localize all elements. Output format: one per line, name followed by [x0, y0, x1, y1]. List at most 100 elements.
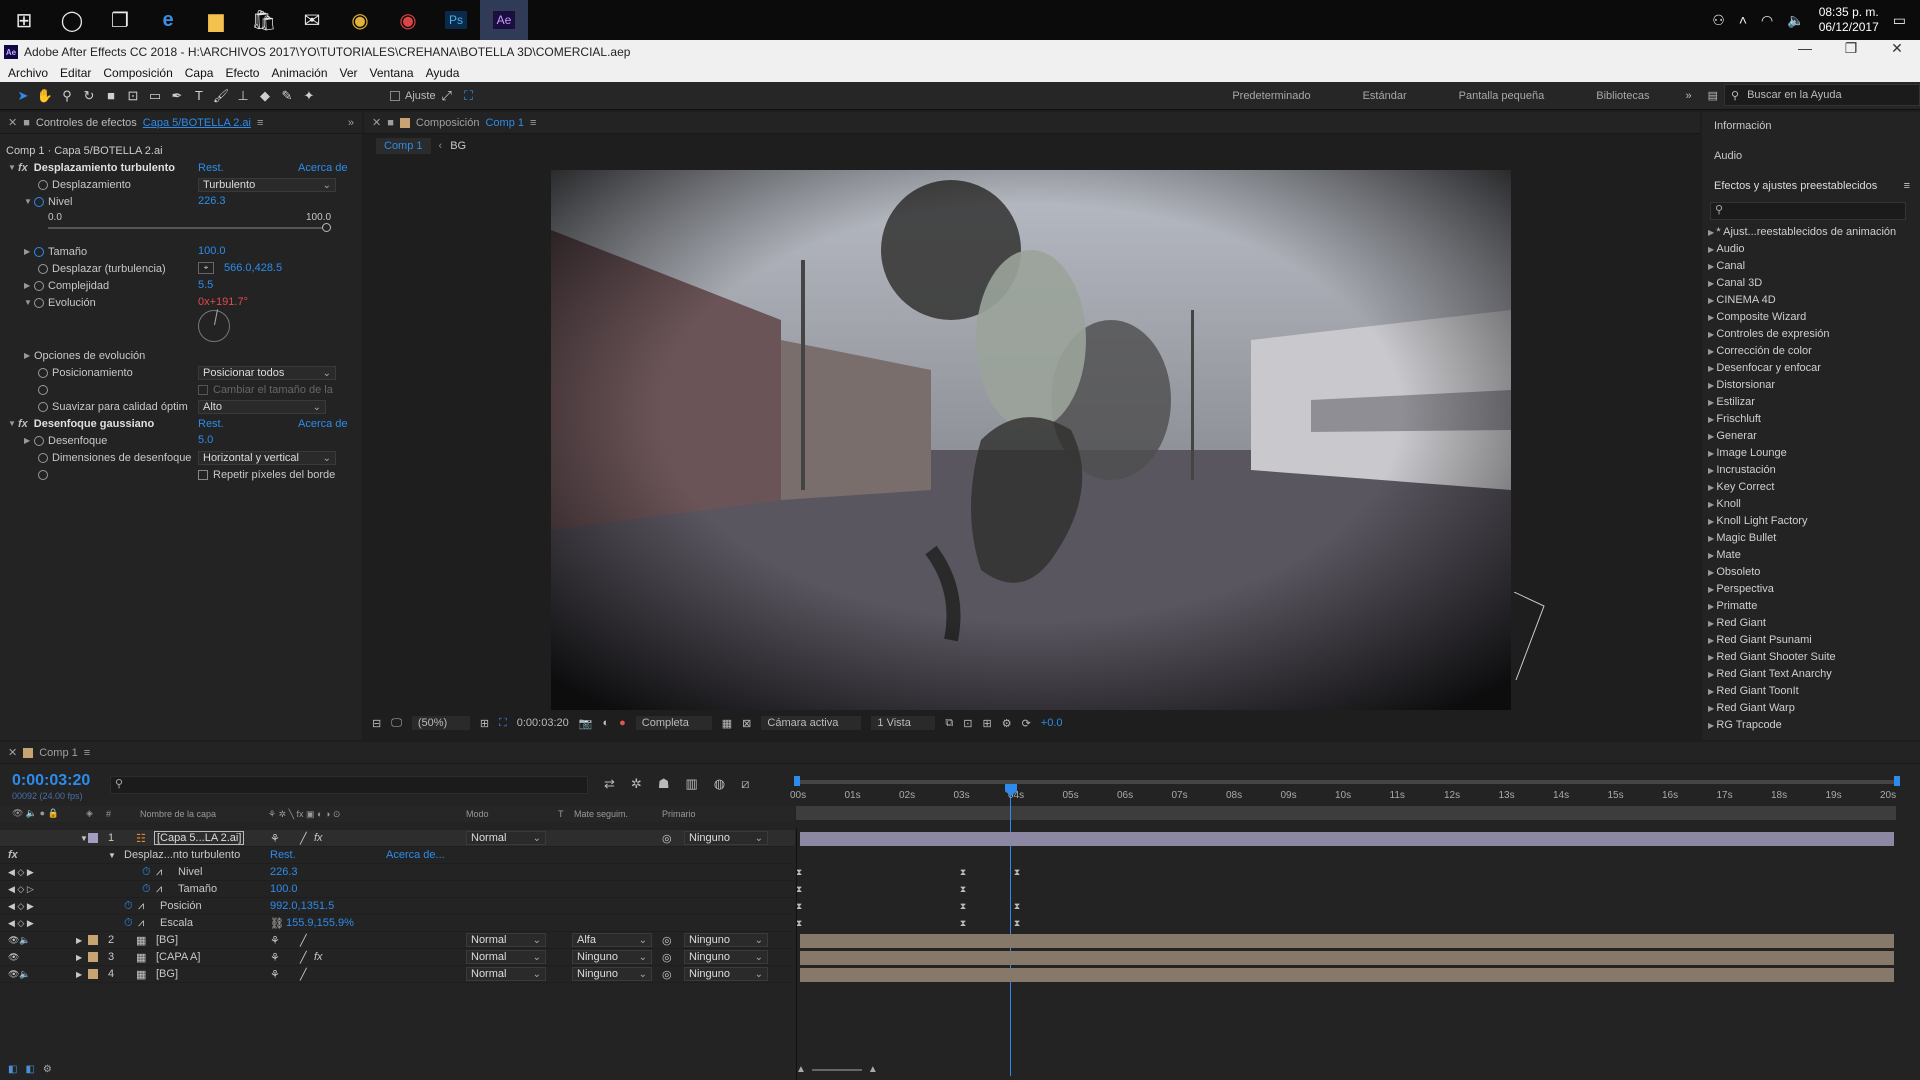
pinning-dropdown[interactable]: Posicionar todos [198, 366, 336, 380]
menu-editar[interactable]: Editar [60, 66, 91, 80]
label-color[interactable] [88, 969, 98, 979]
flowchart-icon[interactable]: ⚙ [1002, 717, 1012, 730]
preset-category[interactable]: Canal [1708, 260, 1745, 272]
close-icon[interactable]: ✕ [372, 116, 381, 129]
graph-icon[interactable]: ⩘ [156, 866, 162, 879]
keyframe-icon[interactable]: ⧗ [959, 868, 967, 877]
close-icon[interactable]: ✕ [1874, 40, 1920, 57]
effect-controls-layer[interactable]: Capa 5/BOTELLA 2.ai [143, 117, 251, 129]
menu-ayuda[interactable]: Ayuda [426, 66, 460, 80]
effect-row-about[interactable]: Acerca de... [386, 849, 445, 861]
file-explorer-icon[interactable]: ▆ [192, 0, 240, 40]
restore-icon[interactable]: ❐ [1828, 40, 1874, 57]
after-effects-icon[interactable]: Ae [480, 0, 528, 40]
layer-bar-4[interactable] [800, 968, 1894, 982]
navigator-bar[interactable] [796, 806, 1896, 820]
fit-icon[interactable]: ⊞ [480, 717, 489, 730]
stopwatch-icon[interactable]: ⏱ [142, 866, 151, 879]
monitor-icon[interactable]: 🖵 [391, 717, 402, 730]
work-area-bar[interactable] [794, 776, 1900, 786]
rotate-tool-icon[interactable]: ↻ [78, 85, 100, 107]
quality-switch-icon[interactable]: ╱ [300, 832, 307, 845]
always-preview-icon[interactable]: ⊟ [372, 717, 381, 730]
stopwatch-icon[interactable] [38, 469, 48, 480]
preset-category[interactable]: Canal 3D [1708, 277, 1762, 289]
preset-category[interactable]: Perspectiva [1708, 583, 1773, 595]
preset-category[interactable]: Red Giant [1708, 617, 1766, 629]
clone-stamp-icon[interactable]: ⊥ [232, 85, 254, 107]
pickwhip-icon[interactable]: ◎ [662, 934, 672, 947]
edge-icon[interactable]: e [144, 0, 192, 40]
camera-tool-icon[interactable]: ■ [100, 85, 122, 107]
pickwhip-icon[interactable]: ◎ [662, 951, 672, 964]
preset-category[interactable]: Corrección de color [1708, 345, 1811, 357]
preset-category[interactable]: Distorsionar [1708, 379, 1775, 391]
layer-switches-icon[interactable]: ◧ [8, 1064, 17, 1075]
volume-icon[interactable]: 🔈 [1787, 12, 1804, 29]
prop-value[interactable]: 992.0,1351.5 [270, 900, 334, 912]
stopwatch-icon[interactable] [38, 179, 48, 190]
preset-category[interactable]: Mate [1708, 549, 1740, 561]
cortana-icon[interactable]: ◯ [48, 0, 96, 40]
presets-panel-tab[interactable]: Efectos y ajustes preestablecidos [1714, 180, 1877, 192]
preset-category[interactable]: Incrustación [1708, 464, 1775, 476]
preset-category[interactable]: Composite Wizard [1708, 311, 1806, 323]
zoom-out-icon[interactable]: ▲ [796, 1064, 806, 1075]
graph-icon[interactable]: ⩘ [138, 900, 144, 913]
stopwatch-icon[interactable]: ⏱ [124, 900, 133, 913]
evolution-dial[interactable] [198, 309, 230, 342]
repeat-edge-row[interactable]: Repetir píxeles del borde [198, 466, 335, 483]
effect-gaussian-blur[interactable]: ▼ fx Desenfoque gaussiano Rest. Acerca de [8, 415, 348, 432]
stopwatch-icon[interactable] [34, 297, 44, 308]
keyframe-navigator-icon[interactable]: ◀ ◇ ▶ [8, 867, 34, 878]
mode-dropdown[interactable]: Normal [466, 831, 546, 845]
stopwatch-icon[interactable] [38, 452, 48, 463]
preset-category[interactable]: Desenfocar y enfocar [1708, 362, 1821, 374]
layer-row-3[interactable]: 👁 ▶ 3 ▦ [CAPA A] ⚘ ╱ fx Normal Ninguno ◎… [0, 949, 795, 966]
color-channels-icon[interactable]: ● [619, 717, 626, 729]
selection-tool-icon[interactable]: ➤ [12, 85, 34, 107]
antialias-dropdown[interactable]: Alto [198, 400, 326, 414]
menu-composicion[interactable]: Composición [103, 66, 172, 80]
col-matte[interactable]: Mate seguim. [574, 809, 628, 819]
panel-menu-icon[interactable]: ≡ [530, 117, 536, 129]
lock-icon[interactable]: ■ [387, 117, 394, 129]
transfer-controls-icon[interactable]: ◧ [25, 1064, 34, 1075]
comp-viewer[interactable] [551, 170, 1511, 710]
puppet-tool-icon[interactable]: ✦ [298, 85, 320, 107]
menu-efecto[interactable]: Efecto [225, 66, 259, 80]
toggle-pixel-icon[interactable]: ⧉ [945, 717, 953, 730]
windows-start-icon[interactable]: ⊞ [0, 0, 48, 40]
prop-evolution-options[interactable]: ▶ Opciones de evolución [24, 347, 145, 364]
matte-dropdown[interactable]: Ninguno [572, 950, 652, 964]
lock-icon[interactable]: ■ [23, 117, 30, 129]
quality-switch-icon[interactable]: ╱ [300, 951, 307, 964]
graph-editor-icon[interactable]: ⧄ [741, 776, 749, 792]
show-snapshot-icon[interactable]: ◐ [602, 717, 609, 729]
panel-menu-icon[interactable]: ≡ [1904, 180, 1910, 192]
expand-triangle-icon[interactable]: ▶ [76, 970, 82, 979]
clock[interactable]: 08:35 p. m. 06/12/2017 [1819, 5, 1879, 35]
resolution-dropdown[interactable]: Completa [635, 716, 712, 730]
preset-category[interactable]: Red Giant Shooter Suite [1708, 651, 1835, 663]
workspace-bibliotecas[interactable]: Bibliotecas [1570, 90, 1675, 102]
shy-switch-icon[interactable]: ⚘ [270, 832, 280, 845]
matte-dropdown[interactable]: Ninguno [572, 967, 652, 981]
workspace-pantalla-pequena[interactable]: Pantalla pequeña [1433, 90, 1571, 102]
help-search[interactable]: ⚲ Buscar en la Ayuda [1724, 84, 1920, 106]
pickwhip-icon[interactable]: ◎ [662, 832, 672, 845]
breadcrumb-bg[interactable]: BG [450, 140, 466, 152]
quality-switch-icon[interactable]: ╱ [300, 934, 307, 947]
amount-slider-track[interactable] [48, 227, 328, 229]
menu-ventana[interactable]: Ventana [370, 66, 414, 80]
composition-tab[interactable]: ✕ ■ Composición Comp 1 ≡ [364, 112, 1700, 134]
preset-category[interactable]: Knoll Light Factory [1708, 515, 1807, 527]
blur-dimensions-dropdown[interactable]: Horizontal y vertical [198, 451, 336, 465]
stopwatch-icon[interactable] [38, 367, 48, 378]
close-icon[interactable]: ✕ [8, 746, 17, 759]
motion-blur-icon[interactable]: ◍ [714, 776, 725, 792]
av-switch-icons[interactable]: 👁🔈 [8, 935, 31, 946]
preset-category[interactable]: Red Giant Warp [1708, 702, 1794, 714]
effect-row[interactable]: fx ▼ Desplaz...nto turbulento Rest. Acer… [0, 847, 795, 864]
people-icon[interactable]: ⚇ [1712, 12, 1725, 29]
